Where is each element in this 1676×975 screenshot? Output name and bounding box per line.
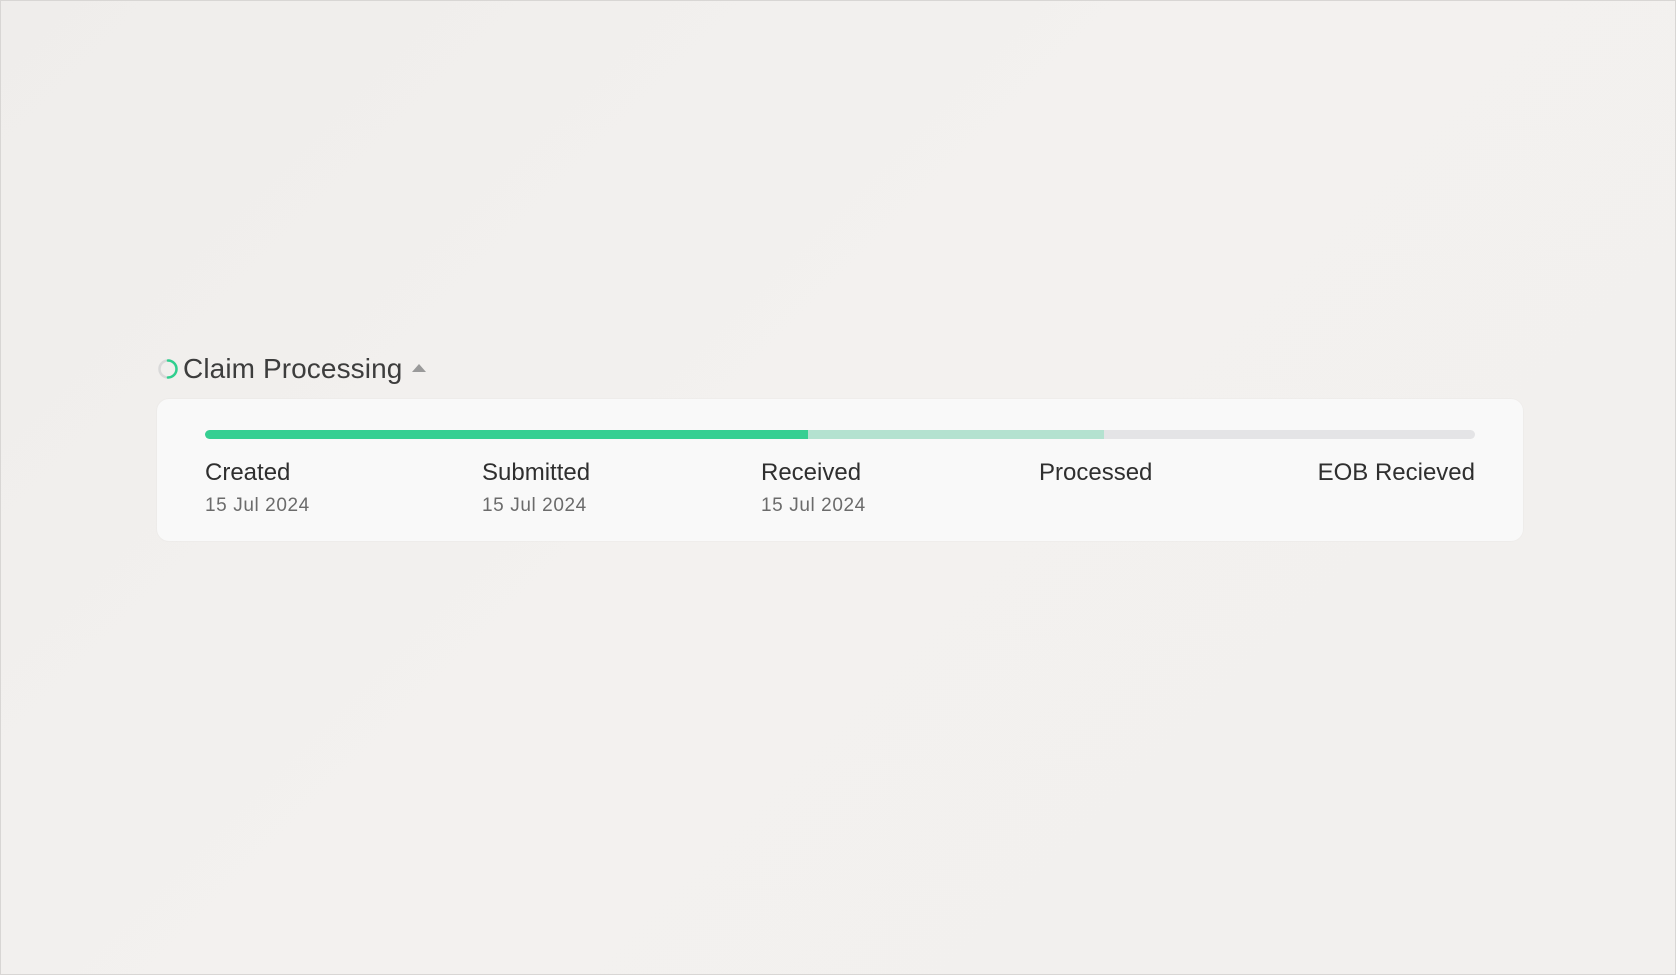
claim-status-card: Created 15 Jul 2024 Submitted 15 Jul 202… <box>157 399 1523 541</box>
step-processed: Processed <box>1039 459 1152 495</box>
step-date: 15 Jul 2024 <box>482 495 587 516</box>
step-created: Created 15 Jul 2024 <box>205 459 310 517</box>
progress-fill-completed <box>205 430 809 439</box>
step-date: 15 Jul 2024 <box>761 495 866 516</box>
step-label: EOB Recieved <box>1317 459 1475 486</box>
loading-spinner-icon <box>157 358 179 380</box>
caret-up-icon[interactable] <box>412 364 427 372</box>
step-label: Submitted <box>482 459 591 486</box>
step-label: Received <box>761 459 862 486</box>
step-label: Created <box>205 459 291 486</box>
step-received: Received 15 Jul 2024 <box>761 459 866 517</box>
progress-track <box>205 430 1475 439</box>
step-date: 15 Jul 2024 <box>205 495 310 516</box>
step-submitted: Submitted 15 Jul 2024 <box>482 459 590 517</box>
claim-processing-header[interactable]: Claim Processing <box>157 351 1523 387</box>
section-title: Claim Processing <box>183 353 403 384</box>
progress-steps: Created 15 Jul 2024 Submitted 15 Jul 202… <box>205 459 1475 519</box>
step-eob-received: EOB Recieved <box>1318 459 1475 495</box>
step-label: Processed <box>1039 459 1153 486</box>
claim-processing-panel: Claim Processing Created 15 Jul 2024 Sub… <box>157 351 1523 541</box>
